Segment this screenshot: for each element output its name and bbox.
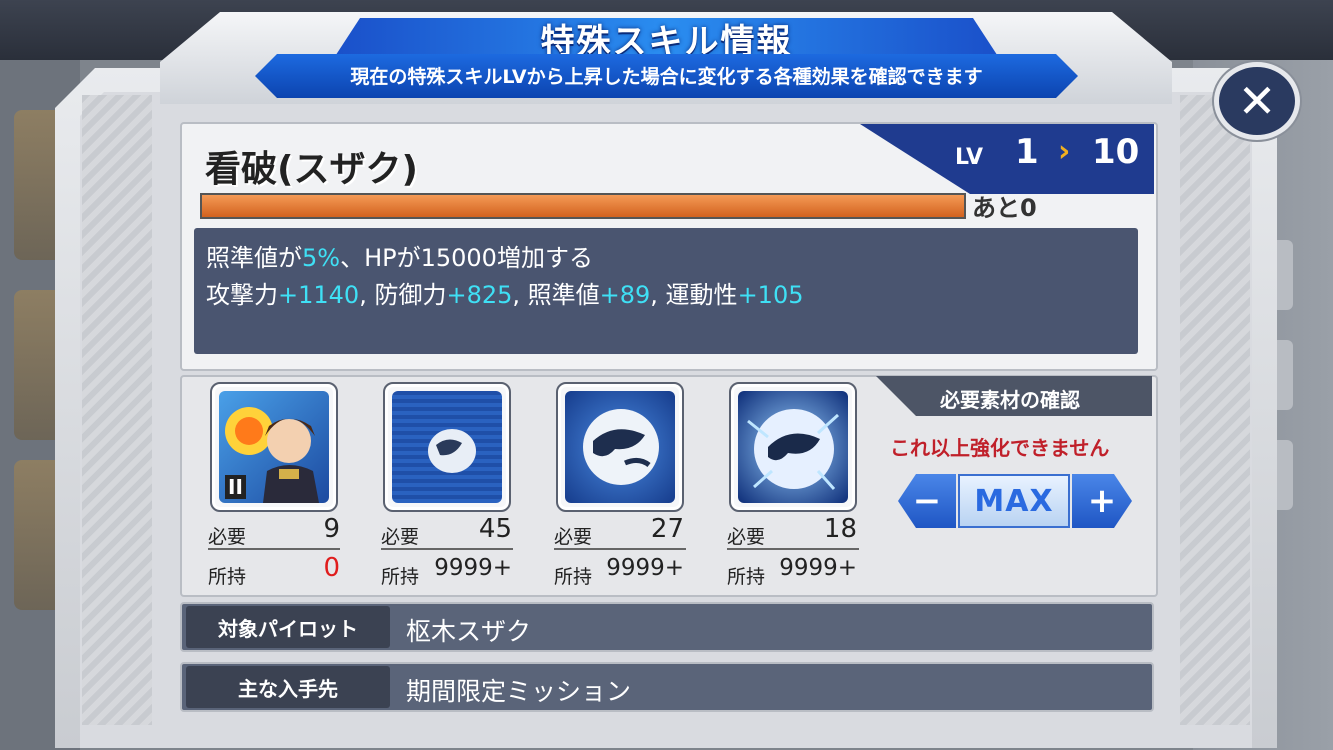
divider — [208, 548, 340, 550]
owned-label: 所持 — [208, 566, 247, 588]
effect-line-1: 照準値が5%、HPが15000増加する — [206, 238, 593, 273]
material-check-title: 必要素材の確認 — [940, 388, 1080, 412]
divider — [381, 548, 513, 550]
source-label: 主な入手先 — [186, 666, 390, 708]
owned-value: 9999+ — [606, 555, 684, 581]
material-medium-orb[interactable] — [556, 382, 684, 512]
stat-value: +105 — [737, 281, 804, 309]
required-label: 必要 — [727, 526, 766, 548]
owned-value: 9999+ — [779, 555, 857, 581]
required-value: 27 — [650, 514, 684, 544]
owned-label: 所持 — [727, 566, 766, 588]
skill-name: 看破(スザク) — [205, 149, 418, 190]
source-value: 期間限定ミッション — [406, 677, 632, 706]
required-value: 45 — [478, 514, 512, 544]
level-arrow-icon: › — [1058, 134, 1071, 169]
frame-stripe-right — [1180, 95, 1250, 725]
material-small-orb[interactable] — [383, 382, 511, 512]
divider — [727, 548, 859, 550]
minus-icon: − — [912, 481, 942, 521]
stat-value: +1140 — [278, 281, 360, 309]
effect-value: 5% — [302, 244, 341, 272]
effect-text: 、HPが15000増加する — [340, 244, 593, 272]
dialog-subtitle: 現在の特殊スキルLVから上昇した場合に変化する各種効果を確認できます — [350, 66, 983, 88]
material-pilot-portrait[interactable]: II — [210, 382, 338, 512]
skill-progress-bar — [200, 193, 966, 219]
stat-value: +89 — [599, 281, 651, 309]
close-icon: ✕ — [1237, 74, 1277, 128]
rank-badge: II — [225, 475, 246, 499]
max-label: MAX — [974, 483, 1054, 519]
upgrade-limit-note: これ以上強化できません — [890, 436, 1110, 460]
level-current: 1 — [1015, 132, 1039, 172]
max-button[interactable]: MAX — [958, 474, 1070, 528]
stat-label: , 運動性 — [650, 281, 738, 309]
plus-icon: + — [1087, 481, 1117, 521]
required-label: 必要 — [381, 526, 420, 548]
required-label: 必要 — [208, 526, 247, 548]
required-value: 9 — [323, 514, 340, 544]
stat-value: +825 — [446, 281, 513, 309]
large-orb-icon — [738, 391, 848, 503]
divider — [554, 548, 686, 550]
required-value: 18 — [823, 514, 857, 544]
effect-line-2: 攻撃力+1140, 防御力+825, 照準値+89, 運動性+105 — [206, 275, 803, 310]
level-label: LV — [955, 145, 984, 170]
pilot-portrait-icon: II — [219, 391, 329, 503]
owned-value: 0 — [323, 553, 340, 583]
medium-orb-icon — [565, 391, 675, 503]
skill-progress-fill — [202, 195, 964, 217]
required-label: 必要 — [554, 526, 593, 548]
stat-label: , 照準値 — [512, 281, 600, 309]
owned-label: 所持 — [554, 566, 593, 588]
stat-label: 攻撃力 — [206, 281, 278, 309]
small-orb-icon — [392, 391, 502, 503]
owned-label: 所持 — [381, 566, 420, 588]
stat-label: , 防御力 — [359, 281, 447, 309]
effect-text: 照準値が — [206, 244, 302, 272]
material-large-orb[interactable] — [729, 382, 857, 512]
owned-value: 9999+ — [434, 555, 512, 581]
level-target: 10 — [1092, 132, 1140, 172]
pilot-label: 対象パイロット — [186, 606, 390, 648]
pilot-value: 枢木スザク — [406, 617, 532, 646]
progress-remaining: あと0 — [972, 194, 1037, 222]
frame-stripe-left — [82, 95, 152, 725]
close-button[interactable]: ✕ — [1214, 62, 1300, 140]
